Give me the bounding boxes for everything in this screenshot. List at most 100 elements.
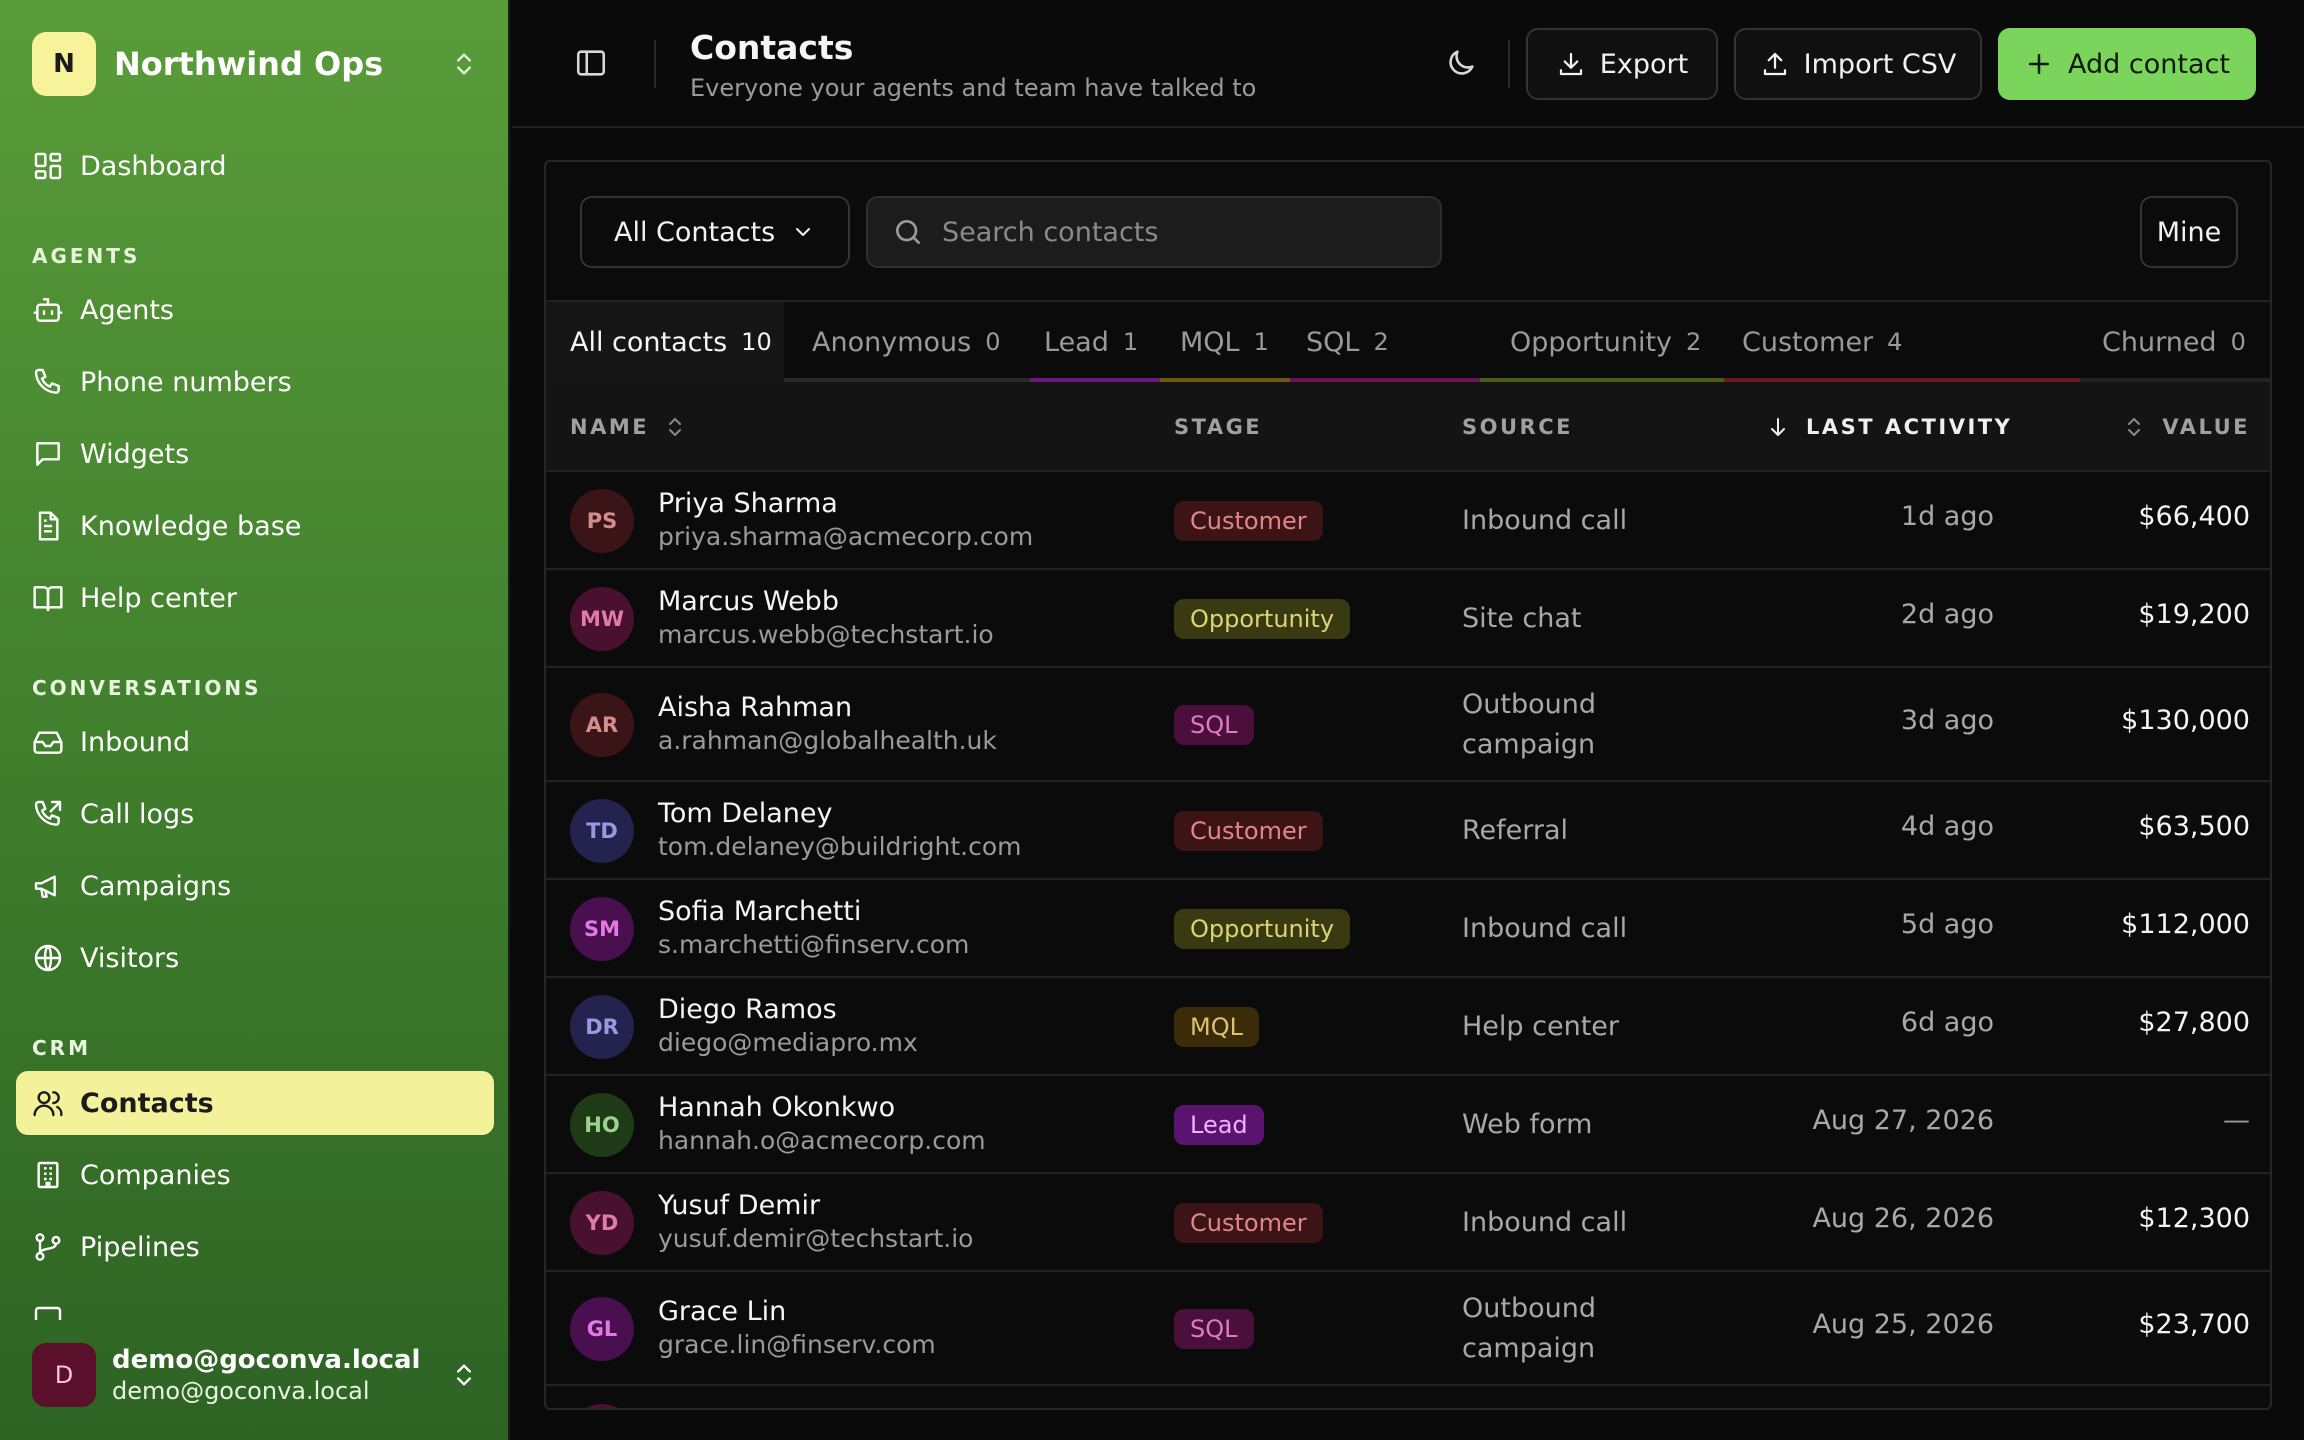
avatar: AR [570,693,634,757]
tab-label: All contacts [570,326,728,358]
bot-icon [33,298,63,322]
sidebar-item-agents[interactable]: Agents [16,278,494,342]
tab-label: Anonymous [812,326,972,358]
column-header-name[interactable]: NAME [570,382,687,472]
contact-email: tom.delaney@buildright.com [658,832,1022,861]
tab-count: 1 [1122,328,1139,356]
sidebar-item-phone-numbers[interactable]: Phone numbers [16,350,494,414]
avatar: MW [570,587,634,651]
tab-mql[interactable]: MQL 1 [1180,302,1269,382]
table-row[interactable]: SM Sofia Marchetti s.marchetti@finserv.c… [546,880,2270,978]
stage-badge: Lead [1174,1105,1264,1145]
column-header-stage: STAGE [1174,415,1263,439]
contact-view-select[interactable]: All Contacts [580,196,850,268]
sidebar-item-label: Inbound [80,726,191,758]
tab-count: 2 [1686,328,1702,356]
stage-badge: Customer [1174,811,1323,851]
tab-lead[interactable]: Lead 1 [1044,302,1138,382]
sidebar-item-pipelines[interactable]: Pipelines [16,1215,494,1279]
export-button[interactable]: Export [1526,28,1718,100]
tab-opportunity[interactable]: Opportunity 2 [1510,302,1701,382]
contact-name: Grace Lin [658,1296,787,1327]
sidebar-item-inbound[interactable]: Inbound [16,710,494,774]
import-csv-button[interactable]: Import CSV [1734,28,1982,100]
export-button-label: Export [1599,48,1689,80]
sidebar-item-widgets[interactable]: Widgets [16,422,494,486]
stage-tabs: All contacts 10 Anonymous 0 Lead 1 MQL 1 SQL… [546,300,2270,382]
column-header-value[interactable]: VALUE [2122,382,2250,472]
sidebar-item-companies[interactable]: Companies [16,1143,494,1207]
tab-label: Opportunity [1510,326,1673,358]
table-row[interactable]: PS Priya Sharma priya.sharma@acmecorp.co… [546,472,2270,570]
table-row[interactable]: GL Grace Lin grace.lin@finserv.com SQL O… [546,1272,2270,1386]
tab-all-contacts[interactable]: All contacts 10 [546,302,784,382]
section-label-conversations: CONVERSATIONS [32,676,262,700]
sidebar-item-campaigns[interactable]: Campaigns [16,854,494,918]
contact-email: s.marchetti@finserv.com [658,930,970,959]
table-row[interactable]: HO Hannah Okonkwo hannah.o@acmecorp.com … [546,1076,2270,1174]
search-field[interactable] [866,196,1442,268]
moon-icon[interactable] [1444,46,1478,80]
chevron-up-down-icon [457,53,471,75]
mine-filter-button[interactable]: Mine [2140,196,2238,268]
page-header: Contacts Everyone your agents and team h… [512,0,2304,128]
file-text-icon [38,511,59,541]
tab-anonymous[interactable]: Anonymous 0 [812,302,1000,382]
building-icon [37,1161,59,1189]
avatar: GL [570,1297,634,1361]
table-row[interactable] [546,1386,2270,1408]
tab-churned[interactable]: Churned 0 [2102,302,2246,382]
table-row[interactable]: TD Tom Delaney tom.delaney@buildright.co… [546,782,2270,880]
contact-email: yusuf.demir@techstart.io [658,1224,974,1253]
sidebar-item-label: Pipelines [80,1231,200,1263]
tab-count: 0 [985,328,1001,356]
sidebar-item-label: Agents [80,294,174,326]
sidebar-item-knowledge-base[interactable]: Knowledge base [16,494,494,558]
globe-icon [34,944,62,972]
sort-icon [2128,418,2141,436]
sidebar-item-label: Knowledge base [80,510,302,542]
value-text: $112,000 [2121,909,2250,940]
column-header-last-activity[interactable]: LAST ACTIVITY [1766,382,2012,472]
source-text: Inbound call [1462,913,1628,944]
contact-name: Tom Delaney [658,798,833,829]
page-title: Contacts [690,28,854,67]
tab-customer[interactable]: Customer 4 [1742,302,1902,382]
table-row[interactable]: AR Aisha Rahman a.rahman@globalhealth.uk… [546,668,2270,782]
contact-name: Aisha Rahman [658,692,853,723]
sidebar-toggle-icon[interactable] [574,46,608,80]
table-row[interactable]: MW Marcus Webb marcus.webb@techstart.io … [546,570,2270,668]
user-name: demo@goconva.local [112,1345,421,1375]
add-contact-button[interactable]: Add contact [1998,28,2256,100]
sidebar-item-call-logs[interactable]: Call logs [16,782,494,846]
source-text: Site chat [1462,603,1582,634]
avatar: DR [570,995,634,1059]
user-menu[interactable]: D demo@goconva.local demo@goconva.local [32,1342,478,1408]
contact-email: marcus.webb@techstart.io [658,620,994,649]
sidebar-item-label: Contacts [80,1087,214,1119]
section-label-agents: AGENTS [32,244,141,268]
divider [654,40,656,88]
column-label: NAME [570,415,650,439]
last-activity-text: 2d ago [1900,599,1994,630]
value-text: — [2223,1105,2250,1136]
search-input[interactable] [942,216,1422,248]
sidebar-item-partial[interactable] [0,1290,508,1320]
sidebar-item-label: Widgets [80,438,190,470]
table-row[interactable]: YD Yusuf Demir yusuf.demir@techstart.io … [546,1174,2270,1272]
sidebar-item-contacts[interactable]: Contacts [16,1071,494,1135]
table-row[interactable]: DR Diego Ramos diego@mediapro.mx MQL Hel… [546,978,2270,1076]
contact-email: a.rahman@globalhealth.uk [658,726,997,755]
chevron-up-down-icon [457,1364,471,1386]
arrow-down-icon [1771,418,1785,436]
tab-label: Churned [2102,326,2217,358]
org-switcher[interactable]: N Northwind Ops [32,32,478,96]
tab-sql[interactable]: SQL 2 [1306,302,1389,382]
sidebar-item-help-center[interactable]: Help center [16,566,494,630]
phone-icon [34,368,60,394]
sidebar-item-dashboard[interactable]: Dashboard [16,134,494,198]
sidebar-item-visitors[interactable]: Visitors [16,926,494,990]
phone-outgoing-icon [34,800,62,826]
sidebar-item-label: Help center [80,582,238,614]
sidebar: N Northwind Ops Dashboard AGENTS Agents … [0,0,510,1440]
